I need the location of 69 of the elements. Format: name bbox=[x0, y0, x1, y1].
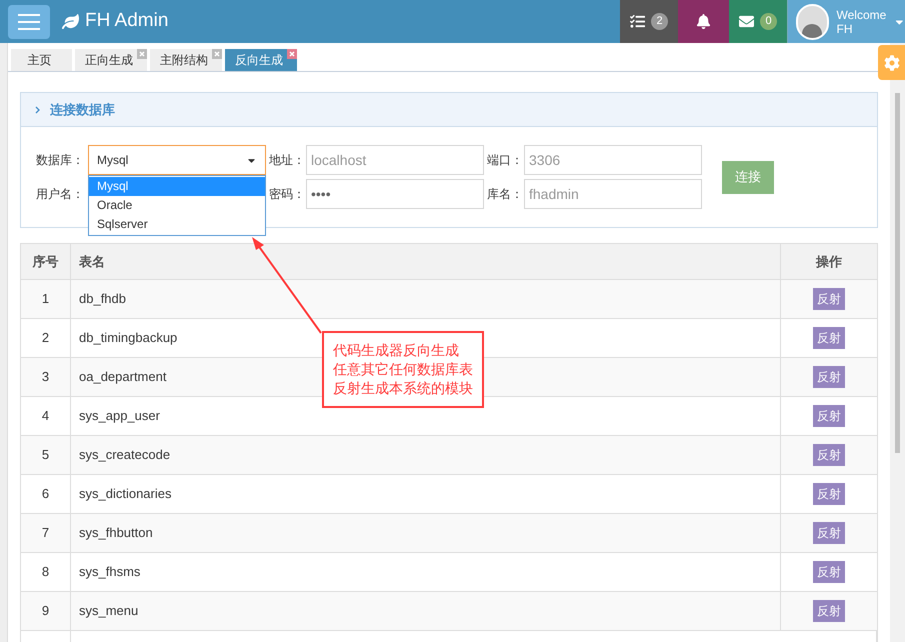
close-icon[interactable] bbox=[287, 49, 297, 59]
dropdown-option[interactable]: Sqlserver bbox=[89, 215, 265, 234]
table-cell: 3 bbox=[21, 358, 71, 396]
list-icon bbox=[630, 14, 645, 29]
reflect-button[interactable]: 反射 bbox=[813, 483, 845, 505]
user-name: FH bbox=[836, 22, 854, 36]
leaf-icon bbox=[62, 13, 79, 30]
settings-icon bbox=[884, 54, 900, 70]
field-label: 密码： bbox=[268, 186, 306, 203]
address-field[interactable]: localhost bbox=[306, 145, 484, 175]
column-header: 序号 bbox=[21, 244, 71, 279]
brand-title: FH Admin bbox=[85, 9, 168, 34]
reflect-button[interactable]: 反射 bbox=[813, 444, 845, 466]
tab[interactable]: 主附结构 bbox=[150, 49, 222, 71]
callout-text: 任意其它任何数据库表 bbox=[333, 360, 473, 379]
reflect-button[interactable]: 反射 bbox=[813, 561, 845, 583]
column-header: 操作 bbox=[814, 252, 843, 271]
callout-text: 代码生成器反向生成 bbox=[333, 341, 460, 360]
table-cell: sys_fhbutton bbox=[71, 514, 781, 552]
field-label: 端口： bbox=[486, 152, 524, 169]
user-menu[interactable]: Welcome FH bbox=[787, 0, 905, 43]
table-cell: 2 bbox=[21, 319, 71, 357]
field-label: 库名： bbox=[486, 186, 524, 203]
connect-button[interactable]: 连接 bbox=[722, 160, 774, 194]
table-cell: sys_menu bbox=[71, 592, 781, 630]
envelope-icon bbox=[739, 14, 754, 29]
avatar bbox=[796, 4, 829, 40]
settings-button[interactable] bbox=[878, 45, 905, 80]
table-cell: 4 bbox=[21, 397, 71, 435]
tasks-count: 2 bbox=[651, 13, 668, 30]
field-label: 地址： bbox=[268, 152, 306, 169]
table-cell: 9 bbox=[21, 592, 71, 630]
database-name-field[interactable]: fhadmin bbox=[524, 179, 702, 209]
menu-icon[interactable] bbox=[8, 4, 50, 38]
messages-count: 0 bbox=[760, 13, 777, 30]
table-cell: db_fhdb bbox=[71, 280, 781, 318]
table-cell: 8 bbox=[21, 553, 71, 591]
close-icon[interactable] bbox=[212, 49, 222, 59]
table-cell: 1 bbox=[21, 280, 71, 318]
table-cell: sys_fhsms bbox=[71, 553, 781, 591]
table-cell: sys_createcode bbox=[71, 436, 781, 474]
callout-text: 反射生成本系统的模块 bbox=[333, 379, 473, 398]
panel-title: 连接数据库 bbox=[50, 100, 115, 119]
dropdown-option[interactable]: Oracle bbox=[89, 196, 265, 215]
tasks-button[interactable]: 2 bbox=[620, 0, 678, 43]
port-field[interactable]: 3306 bbox=[524, 145, 702, 175]
close-icon[interactable] bbox=[137, 49, 147, 59]
notifications-button[interactable] bbox=[678, 0, 729, 43]
table-cell: 5 bbox=[21, 436, 71, 474]
table-cell: 7 bbox=[21, 514, 71, 552]
welcome-text: Welcome bbox=[836, 8, 886, 22]
tab[interactable]: 正向生成 bbox=[75, 49, 147, 71]
field-label: 数据库： bbox=[36, 152, 85, 169]
password-field[interactable]: •••• bbox=[306, 179, 484, 209]
reflect-button[interactable]: 反射 bbox=[813, 327, 845, 349]
tab[interactable]: 主页 bbox=[11, 49, 72, 71]
reflect-button[interactable]: 反射 bbox=[813, 366, 845, 388]
reflect-button[interactable]: 反射 bbox=[813, 405, 845, 427]
bell-icon bbox=[696, 14, 711, 29]
chevron-icon bbox=[35, 106, 40, 114]
table-cell: sys_dictionaries bbox=[71, 475, 781, 513]
tab[interactable]: 反向生成 bbox=[225, 49, 297, 71]
reflect-button[interactable]: 反射 bbox=[813, 288, 845, 310]
messages-button[interactable]: 0 bbox=[729, 0, 787, 43]
dropdown-option[interactable]: Mysql bbox=[89, 177, 265, 196]
reflect-button[interactable]: 反射 bbox=[813, 600, 845, 622]
field-label: 用户名： bbox=[36, 186, 85, 203]
table-cell: 6 bbox=[21, 475, 71, 513]
reflect-button[interactable]: 反射 bbox=[813, 522, 845, 544]
